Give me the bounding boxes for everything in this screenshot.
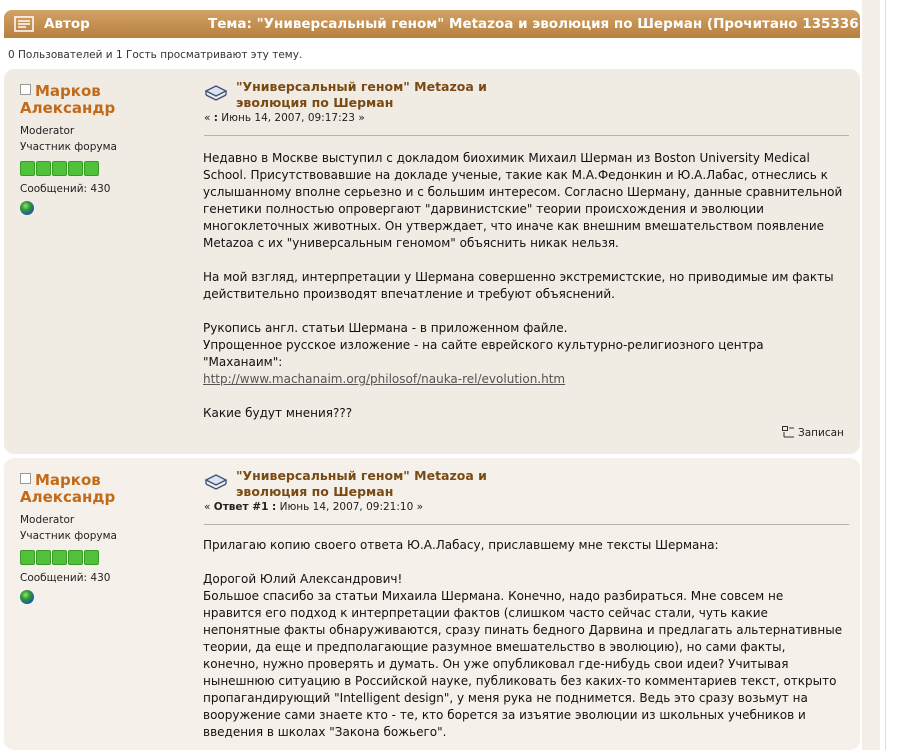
author-meta: Moderator Участник форума	[20, 123, 190, 155]
date-prefix: «	[204, 501, 214, 513]
post-divider	[204, 524, 849, 525]
post-title-line: эволюция по Шерман	[236, 95, 394, 110]
post-paragraph: Рукопись англ. статьи Шермана - в прилож…	[203, 321, 568, 335]
website-globe-icon[interactable]	[20, 590, 34, 604]
post-title-link[interactable]: "Универсальный геном" Metazoa и эволюция…	[236, 468, 487, 500]
author-name-text: Марков Александр	[20, 471, 116, 506]
post-body: Недавно в Москве выступил с докладом био…	[203, 150, 843, 422]
rank-stars	[20, 550, 190, 566]
date-reply-label: Ответ #1 :	[213, 501, 277, 513]
rank-star-icon	[84, 550, 99, 565]
rank-stars	[20, 161, 190, 177]
post-date: « Ответ #1 : Июнь 14, 2007, 09:21:10 »	[204, 501, 423, 513]
date-text: Июнь 14, 2007, 09:17:23 »	[217, 112, 365, 124]
offline-status-icon	[20, 84, 31, 95]
rank-star-icon	[52, 161, 67, 176]
quote-label: Записан	[798, 427, 844, 439]
author-name-link[interactable]: Марков Александр	[20, 472, 190, 506]
author-group: Участник форума	[20, 530, 117, 542]
website-globe-icon[interactable]	[20, 201, 34, 215]
rank-star-icon	[36, 161, 51, 176]
rank-star-icon	[68, 550, 83, 565]
post-paragraph: На мой взгляд, интерпретации у Шермана с…	[203, 270, 834, 301]
author-column-header: Автор	[44, 16, 90, 32]
rank-star-icon	[52, 550, 67, 565]
post-title-link[interactable]: "Универсальный геном" Metazoa и эволюция…	[236, 79, 487, 111]
post-author-panel: Марков Александр Moderator Участник фору…	[20, 472, 190, 604]
topic-header-bar: Автор Тема: "Универсальный геном" Metazo…	[4, 10, 860, 38]
author-role: Moderator	[20, 125, 75, 137]
post-author-panel: Марков Александр Moderator Участник фору…	[20, 83, 190, 215]
date-text: Июнь 14, 2007, 09:21:10 »	[276, 501, 424, 513]
author-role: Moderator	[20, 514, 75, 526]
author-post-count: Сообщений: 430	[20, 183, 111, 195]
author-post-count: Сообщений: 430	[20, 572, 111, 584]
rank-star-icon	[84, 161, 99, 176]
post-paragraph: Упрощенное русское изложение - на сайте …	[203, 338, 764, 369]
rank-star-icon	[36, 550, 51, 565]
post-title-line: эволюция по Шерман	[236, 484, 394, 499]
author-group: Участник форума	[20, 141, 117, 153]
post-title-line: "Универсальный геном" Metazoa и	[236, 79, 487, 94]
message-icon	[204, 474, 228, 490]
rank-star-icon	[68, 161, 83, 176]
page-right-rail	[862, 0, 906, 750]
author-name-link[interactable]: Марков Александр	[20, 83, 190, 117]
rank-star-icon	[20, 161, 35, 176]
external-link[interactable]: http://www.machanaim.org/philosof/nauka-…	[203, 372, 565, 386]
post-paragraph: Дорогой Юлий Александрович!	[203, 572, 403, 586]
forum-post: Марков Александр Moderator Участник фору…	[4, 458, 860, 750]
author-meta: Moderator Участник форума	[20, 512, 190, 544]
post-divider	[204, 135, 849, 136]
post-paragraph: Какие будут мнения???	[203, 406, 353, 420]
quote-button[interactable]: Записан	[782, 426, 844, 439]
message-icon	[204, 85, 228, 101]
post-paragraph: Большое спасибо за статьи Михаила Шерман…	[203, 589, 843, 739]
offline-status-icon	[20, 473, 31, 484]
rank-star-icon	[20, 550, 35, 565]
document-icon	[14, 16, 34, 32]
post-paragraph: Недавно в Москве выступил с докладом био…	[203, 151, 843, 250]
author-name-text: Марков Александр	[20, 82, 116, 117]
quote-icon	[782, 426, 794, 438]
forum-post: Марков Александр Moderator Участник фору…	[4, 69, 860, 454]
post-title-line: "Универсальный геном" Metazoa и	[236, 468, 487, 483]
post-body: Прилагаю копию своего ответа Ю.А.Лабасу,…	[203, 537, 843, 741]
post-date: « : Июнь 14, 2007, 09:17:23 »	[204, 112, 365, 124]
post-paragraph: Прилагаю копию своего ответа Ю.А.Лабасу,…	[203, 538, 719, 552]
topic-title-header: Тема: "Универсальный геном" Metazoa и эв…	[208, 16, 859, 32]
viewers-info: 0 Пользователей и 1 Гость просматривают …	[8, 49, 303, 61]
date-prefix: «	[204, 112, 214, 124]
